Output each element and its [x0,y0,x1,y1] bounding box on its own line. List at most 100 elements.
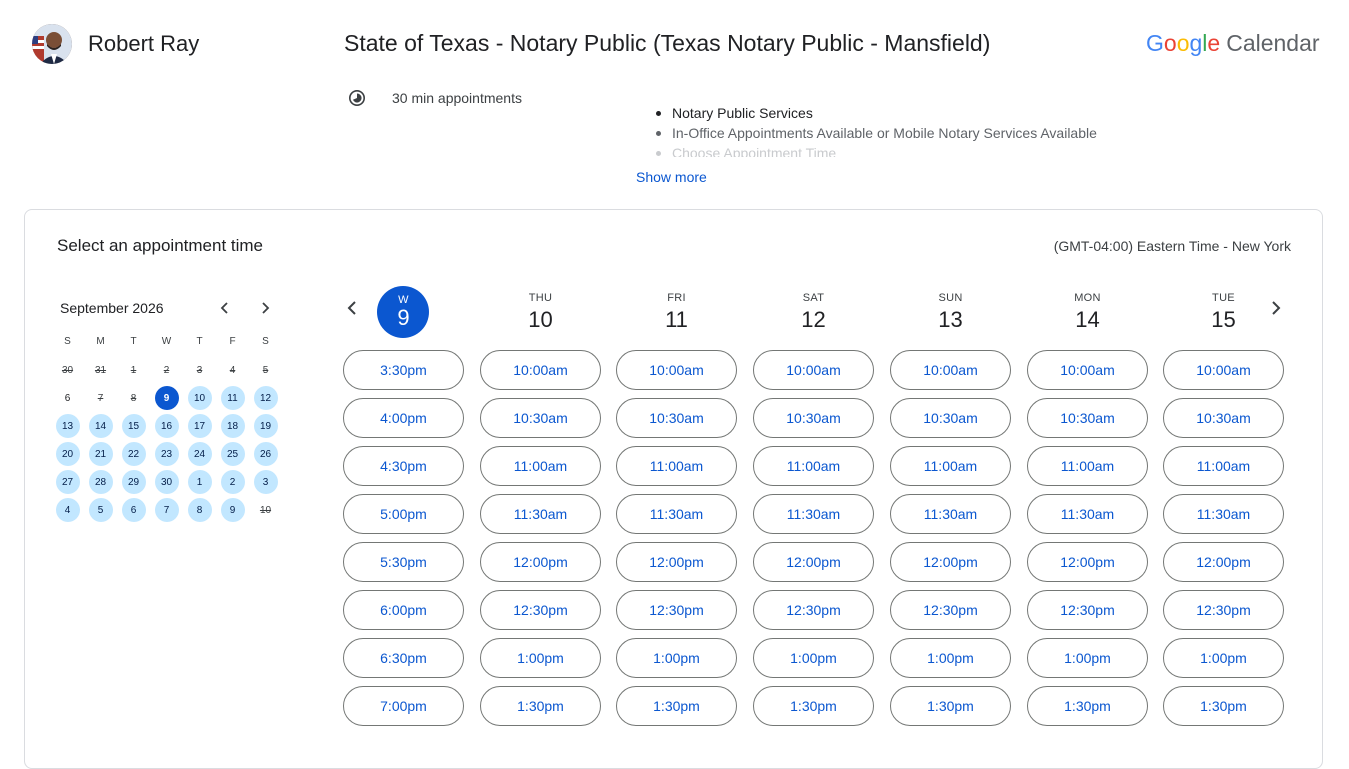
time-slot-button[interactable]: 10:00am [1027,350,1148,390]
time-slot-button[interactable]: 1:30pm [616,686,737,726]
time-slot-button[interactable]: 10:30am [480,398,601,438]
time-slot-button[interactable]: 10:00am [753,350,874,390]
time-slot-button[interactable]: 12:00pm [753,542,874,582]
page-header: Robert Ray State of Texas - Notary Publi… [0,0,1349,90]
mini-calendar-day[interactable]: 11 [216,384,249,412]
mini-calendar-day[interactable]: 4 [51,496,84,524]
day-number: 4 [55,498,80,522]
time-slot-button[interactable]: 11:30am [616,494,737,534]
time-slot-button[interactable]: 10:00am [480,350,601,390]
mini-calendar-day[interactable]: 5 [84,496,117,524]
time-slot-button[interactable]: 11:00am [1163,446,1284,486]
timelapse-icon [348,89,366,107]
time-slot-button[interactable]: 10:30am [1163,398,1284,438]
mini-calendar-day[interactable]: 21 [84,440,117,468]
mini-calendar-day[interactable]: 18 [216,412,249,440]
mini-calendar-day[interactable]: 26 [249,440,282,468]
time-slot-button[interactable]: 12:30pm [753,590,874,630]
time-slot-button[interactable]: 11:00am [616,446,737,486]
time-slot-button[interactable]: 11:30am [1027,494,1148,534]
mini-calendar-day[interactable]: 19 [249,412,282,440]
time-slot-button[interactable]: 11:00am [890,446,1011,486]
logo-letter: o [1176,30,1190,56]
time-slot-button[interactable]: 10:30am [890,398,1011,438]
mini-calendar-day[interactable]: 8 [183,496,216,524]
logo-letter: e [1207,30,1221,56]
mini-calendar-day[interactable]: 16 [150,412,183,440]
mini-calendar-day[interactable]: 28 [84,468,117,496]
mini-calendar-day[interactable]: 20 [51,440,84,468]
mini-calendar-day[interactable]: 2 [216,468,249,496]
time-slot-button[interactable]: 1:00pm [1163,638,1284,678]
time-slot-button[interactable]: 10:30am [1027,398,1148,438]
time-slot-button[interactable]: 1:00pm [890,638,1011,678]
mini-calendar-day[interactable]: 22 [117,440,150,468]
mini-calendar-day[interactable]: 10 [183,384,216,412]
mini-calendar-prev-button[interactable] [211,294,239,322]
time-slot-button[interactable]: 1:30pm [1163,686,1284,726]
time-slot-button[interactable]: 12:00pm [890,542,1011,582]
time-slot-button[interactable]: 10:00am [1163,350,1284,390]
time-slot-button[interactable]: 11:00am [1027,446,1148,486]
timezone-selector[interactable]: (GMT-04:00) Eastern Time - New York [1054,238,1291,254]
time-slot-button[interactable]: 12:00pm [616,542,737,582]
time-slot-button[interactable]: 4:30pm [343,446,464,486]
time-slot-button[interactable]: 10:00am [616,350,737,390]
mini-calendar-day[interactable]: 24 [183,440,216,468]
description-item: Notary Public Services [654,103,1174,123]
time-slot-button[interactable]: 11:30am [480,494,601,534]
time-slot-button[interactable]: 1:00pm [753,638,874,678]
day-number: 11 [665,307,688,332]
mini-calendar-day[interactable]: 15 [117,412,150,440]
time-slot-button[interactable]: 7:00pm [343,686,464,726]
time-slot-button[interactable]: 12:00pm [1163,542,1284,582]
time-slot-button[interactable]: 1:30pm [1027,686,1148,726]
time-slot-button[interactable]: 12:30pm [1163,590,1284,630]
time-slot-button[interactable]: 1:30pm [480,686,601,726]
mini-calendar-day[interactable]: 12 [249,384,282,412]
time-slot-button[interactable]: 11:30am [753,494,874,534]
mini-calendar-day[interactable]: 6 [117,496,150,524]
time-slot-button[interactable]: 1:30pm [890,686,1011,726]
time-slot-button[interactable]: 12:30pm [1027,590,1148,630]
time-slot-button[interactable]: 5:00pm [343,494,464,534]
time-slot-button[interactable]: 10:00am [890,350,1011,390]
time-slot-button[interactable]: 12:00pm [1027,542,1148,582]
time-slot-button[interactable]: 4:00pm [343,398,464,438]
time-slot-button[interactable]: 12:30pm [890,590,1011,630]
time-slot-button[interactable]: 11:30am [1163,494,1284,534]
time-slot-button[interactable]: 10:30am [616,398,737,438]
mini-calendar-day[interactable]: 3 [249,468,282,496]
mini-calendar-day[interactable]: 17 [183,412,216,440]
time-slot-button[interactable]: 10:30am [753,398,874,438]
time-slot-button[interactable]: 1:30pm [753,686,874,726]
time-slot-button[interactable]: 6:00pm [343,590,464,630]
time-slot-button[interactable]: 6:30pm [343,638,464,678]
time-slot-button[interactable]: 11:00am [753,446,874,486]
mini-calendar-day[interactable]: 9 [216,496,249,524]
mini-calendar-day[interactable]: 30 [150,468,183,496]
time-slot-button[interactable]: 11:30am [890,494,1011,534]
time-slot-button[interactable]: 5:30pm [343,542,464,582]
time-slot-button[interactable]: 1:00pm [480,638,601,678]
mini-calendar-day: 30 [51,356,84,384]
time-slot-button[interactable]: 1:00pm [616,638,737,678]
day-number: 3 [253,470,278,494]
show-more-link[interactable]: Show more [636,169,707,185]
mini-calendar-next-button[interactable] [251,294,279,322]
mini-calendar-day[interactable]: 27 [51,468,84,496]
mini-calendar-day-selected[interactable]: 9 [150,384,183,412]
mini-calendar-day[interactable]: 29 [117,468,150,496]
time-slot-button[interactable]: 12:30pm [616,590,737,630]
mini-calendar-day[interactable]: 25 [216,440,249,468]
time-slot-button[interactable]: 12:30pm [480,590,601,630]
time-slot-button[interactable]: 12:00pm [480,542,601,582]
time-slot-button[interactable]: 3:30pm [343,350,464,390]
time-slot-button[interactable]: 11:00am [480,446,601,486]
mini-calendar-day[interactable]: 23 [150,440,183,468]
mini-calendar-day[interactable]: 1 [183,468,216,496]
mini-calendar-day[interactable]: 13 [51,412,84,440]
mini-calendar-day[interactable]: 7 [150,496,183,524]
time-slot-button[interactable]: 1:00pm [1027,638,1148,678]
mini-calendar-day[interactable]: 14 [84,412,117,440]
